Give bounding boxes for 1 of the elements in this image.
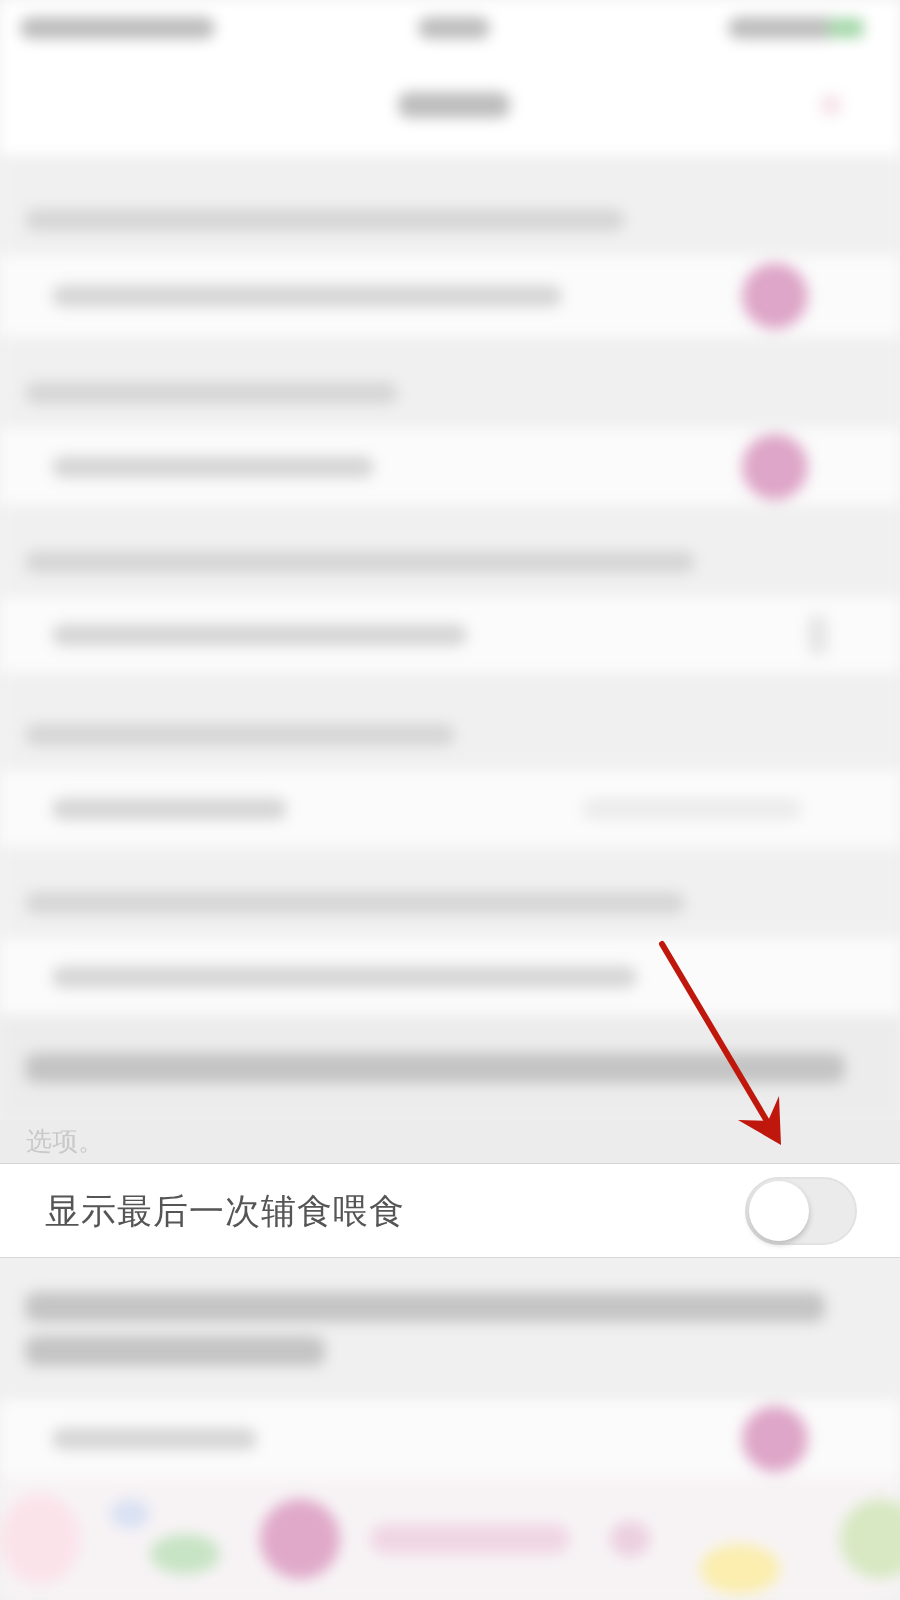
setting-label: 显示最后一次辅食喂食 — [45, 1189, 405, 1232]
